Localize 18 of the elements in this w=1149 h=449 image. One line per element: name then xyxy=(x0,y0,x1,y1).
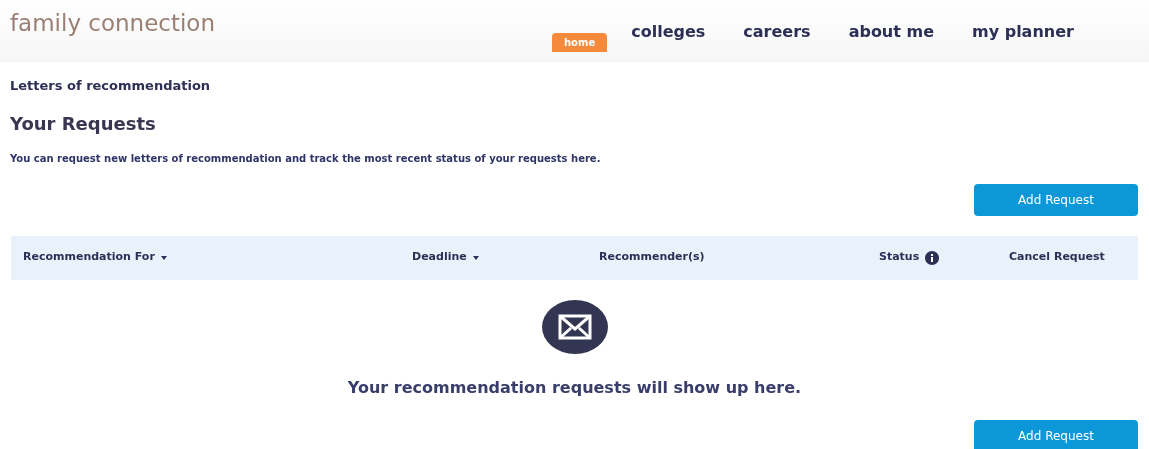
page-heading: Your Requests xyxy=(10,111,157,136)
nav-tab[interactable]: about me xyxy=(848,20,934,44)
sort-caret-icon[interactable] xyxy=(160,255,167,260)
column-header[interactable]: Recommendation For xyxy=(23,249,155,266)
column-header: Status xyxy=(879,249,920,266)
logo-text: family connection xyxy=(10,9,217,38)
column-header[interactable]: Deadline xyxy=(412,249,467,266)
sort-caret-icon[interactable] xyxy=(472,255,479,260)
column-header: Recommender(s) xyxy=(599,249,705,266)
envelope-icon xyxy=(541,299,608,354)
info-icon[interactable] xyxy=(925,250,940,265)
nav-tab[interactable]: careers xyxy=(743,20,811,44)
breadcrumb: Letters of recommendation xyxy=(10,77,211,95)
nav-tab[interactable]: colleges xyxy=(631,20,706,44)
intro-text: You can request new letters of recommendation and track the most recent status of your requests here. xyxy=(10,151,602,166)
empty-message: Your recommendation requests will show up here. xyxy=(347,376,802,399)
nav-tab[interactable]: my planner xyxy=(972,20,1074,44)
column-header: Cancel Request xyxy=(1009,249,1105,266)
